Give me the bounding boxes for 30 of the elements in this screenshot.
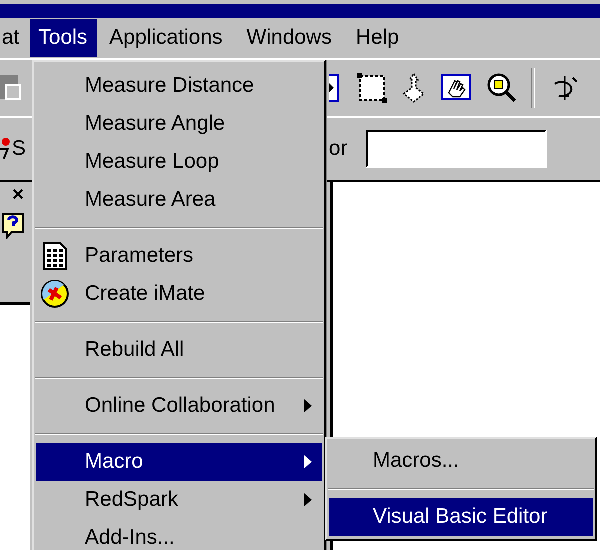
menu-item[interactable]: Add-Ins... — [36, 519, 322, 550]
menu-item[interactable]: Measure Angle — [36, 105, 322, 143]
menu-item[interactable]: Measure Distance — [36, 67, 322, 105]
menu-item[interactable]: Macros... — [329, 442, 593, 480]
close-button[interactable]: × — [12, 184, 24, 207]
imate-icon — [40, 279, 70, 309]
menu-bar-item[interactable]: Windows — [238, 19, 341, 57]
toolbar-button-icon — [329, 73, 339, 103]
menu-item[interactable]: RedSpark — [36, 481, 322, 519]
input-field[interactable] — [366, 130, 547, 168]
toolbar-label: S — [12, 137, 26, 161]
menu-item[interactable]: Online Collaboration — [36, 387, 322, 425]
menu-bar-item[interactable]: Help — [346, 19, 408, 57]
field-label: or — [329, 137, 348, 161]
zoom-icon — [487, 73, 517, 103]
menu-item[interactable]: Macro — [36, 443, 322, 481]
menu-item[interactable]: Parameters — [36, 237, 322, 275]
menu-item[interactable]: Rebuild All — [36, 331, 322, 369]
menu-item[interactable]: Create iMate — [36, 275, 322, 313]
table-icon — [40, 241, 70, 271]
sketch-icon — [0, 137, 12, 161]
menu-item[interactable]: Measure Area — [36, 181, 322, 219]
menu-bar-item[interactable]: at — [0, 19, 22, 57]
selection-rectangle-icon — [357, 73, 387, 103]
menu-bar-item[interactable]: Tools — [30, 19, 97, 57]
menu-item[interactable]: Visual Basic Editor — [329, 498, 593, 536]
menu-bar-item[interactable]: Applications — [100, 19, 232, 57]
menu-item[interactable]: Measure Loop — [36, 143, 322, 181]
help-icon — [2, 213, 24, 239]
hand-icon — [441, 73, 473, 103]
